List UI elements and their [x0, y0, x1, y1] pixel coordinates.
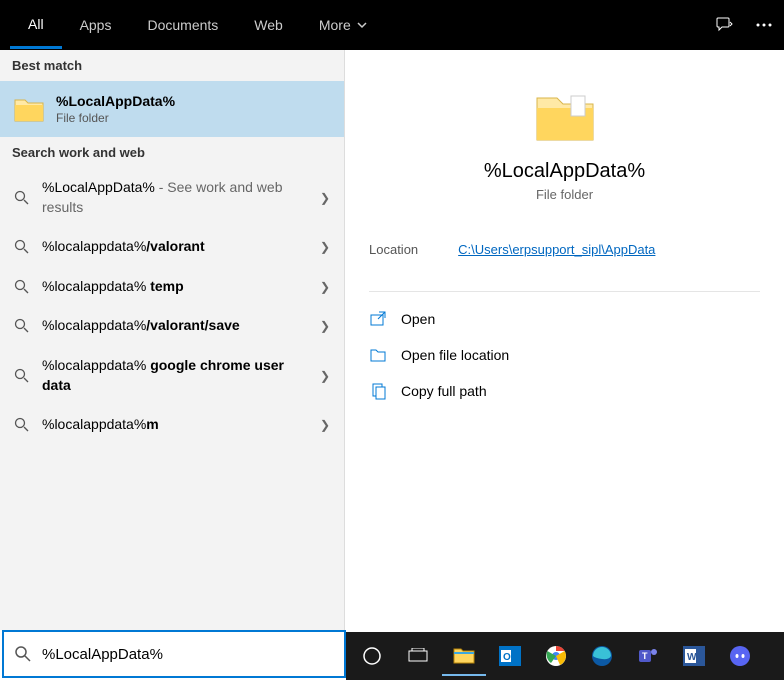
location-link[interactable]: C:\Users\erpsupport_sipl\AppData	[458, 242, 655, 257]
open-icon	[369, 310, 387, 328]
preview-title: %LocalAppData%	[369, 160, 760, 183]
chevron-right-icon: ❯	[320, 240, 330, 254]
search-icon	[14, 239, 30, 255]
chrome-icon[interactable]	[534, 636, 578, 676]
suggestion-text: %localappdata%m	[42, 415, 308, 435]
copy-icon	[369, 382, 387, 400]
feedback-icon[interactable]	[714, 15, 734, 35]
chevron-right-icon: ❯	[320, 191, 330, 205]
suggestion-text: %localappdata%/valorant/save	[42, 316, 308, 336]
chevron-right-icon: ❯	[320, 280, 330, 294]
outlook-icon[interactable]: O	[488, 636, 532, 676]
best-match-header: Best match	[0, 50, 344, 81]
taskbar: O T W	[346, 632, 784, 680]
suggestion-item[interactable]: %localappdata%/valorant/save ❯	[0, 306, 344, 346]
action-open-location[interactable]: Open file location	[369, 346, 760, 364]
folder-icon	[535, 90, 595, 142]
best-match-sub: File folder	[56, 111, 175, 125]
suggestion-item[interactable]: %localappdata% google chrome user data ❯	[0, 346, 344, 405]
search-icon	[14, 368, 30, 384]
search-icon	[14, 279, 30, 295]
word-icon[interactable]: W	[672, 636, 716, 676]
edge-icon[interactable]	[580, 636, 624, 676]
suggestion-item[interactable]: %localappdata%m ❯	[0, 405, 344, 445]
cortana-icon[interactable]	[350, 636, 394, 676]
more-icon[interactable]	[754, 15, 774, 35]
header-right	[714, 15, 774, 35]
search-tabs: All Apps Documents Web More	[10, 2, 385, 49]
suggestion-item[interactable]: %localappdata% temp ❯	[0, 267, 344, 307]
suggestion-text: %localappdata% google chrome user data	[42, 356, 308, 395]
web-header: Search work and web	[0, 137, 344, 168]
chevron-right-icon: ❯	[320, 369, 330, 383]
location-row: Location C:\Users\erpsupport_sipl\AppDat…	[369, 242, 760, 257]
tab-apps[interactable]: Apps	[62, 2, 130, 49]
teams-icon[interactable]: T	[626, 636, 670, 676]
suggestion-text: %LocalAppData% - See work and web result…	[42, 178, 308, 217]
search-header: All Apps Documents Web More	[0, 0, 784, 50]
preview-sub: File folder	[369, 187, 760, 202]
tab-all[interactable]: All	[10, 2, 62, 49]
search-icon	[14, 318, 30, 334]
action-open[interactable]: Open	[369, 310, 760, 328]
discord-icon[interactable]	[718, 636, 762, 676]
suggestion-text: %localappdata%/valorant	[42, 237, 308, 257]
folder-icon	[14, 96, 44, 122]
action-label: Copy full path	[401, 383, 487, 399]
chevron-down-icon	[357, 20, 367, 30]
results-panel: Best match %LocalAppData% File folder Se…	[0, 50, 344, 630]
search-bar[interactable]	[2, 630, 346, 678]
tab-more[interactable]: More	[301, 2, 385, 49]
svg-text:W: W	[687, 652, 697, 663]
tab-web[interactable]: Web	[236, 2, 301, 49]
tab-documents[interactable]: Documents	[129, 2, 236, 49]
action-copy-path[interactable]: Copy full path	[369, 382, 760, 400]
explorer-icon[interactable]	[442, 636, 486, 676]
actions-list: Open Open file location Copy full path	[369, 291, 760, 400]
search-icon	[14, 417, 30, 433]
search-icon	[14, 190, 30, 206]
taskview-icon[interactable]	[396, 636, 440, 676]
folder-open-icon	[369, 346, 387, 364]
svg-text:O: O	[503, 652, 511, 663]
suggestion-item[interactable]: %localappdata%/valorant ❯	[0, 227, 344, 267]
chevron-right-icon: ❯	[320, 319, 330, 333]
chevron-right-icon: ❯	[320, 418, 330, 432]
location-label: Location	[369, 242, 418, 257]
best-match-title: %LocalAppData%	[56, 93, 175, 109]
search-input[interactable]	[42, 646, 334, 663]
tab-more-label: More	[319, 17, 351, 33]
suggestion-text: %localappdata% temp	[42, 277, 308, 297]
suggestion-item[interactable]: %LocalAppData% - See work and web result…	[0, 168, 344, 227]
svg-text:T: T	[642, 651, 648, 661]
best-match-item[interactable]: %LocalAppData% File folder	[0, 81, 344, 137]
action-label: Open file location	[401, 347, 509, 363]
search-icon	[14, 645, 32, 663]
action-label: Open	[401, 311, 435, 327]
preview-panel: %LocalAppData% File folder Location C:\U…	[344, 50, 784, 630]
